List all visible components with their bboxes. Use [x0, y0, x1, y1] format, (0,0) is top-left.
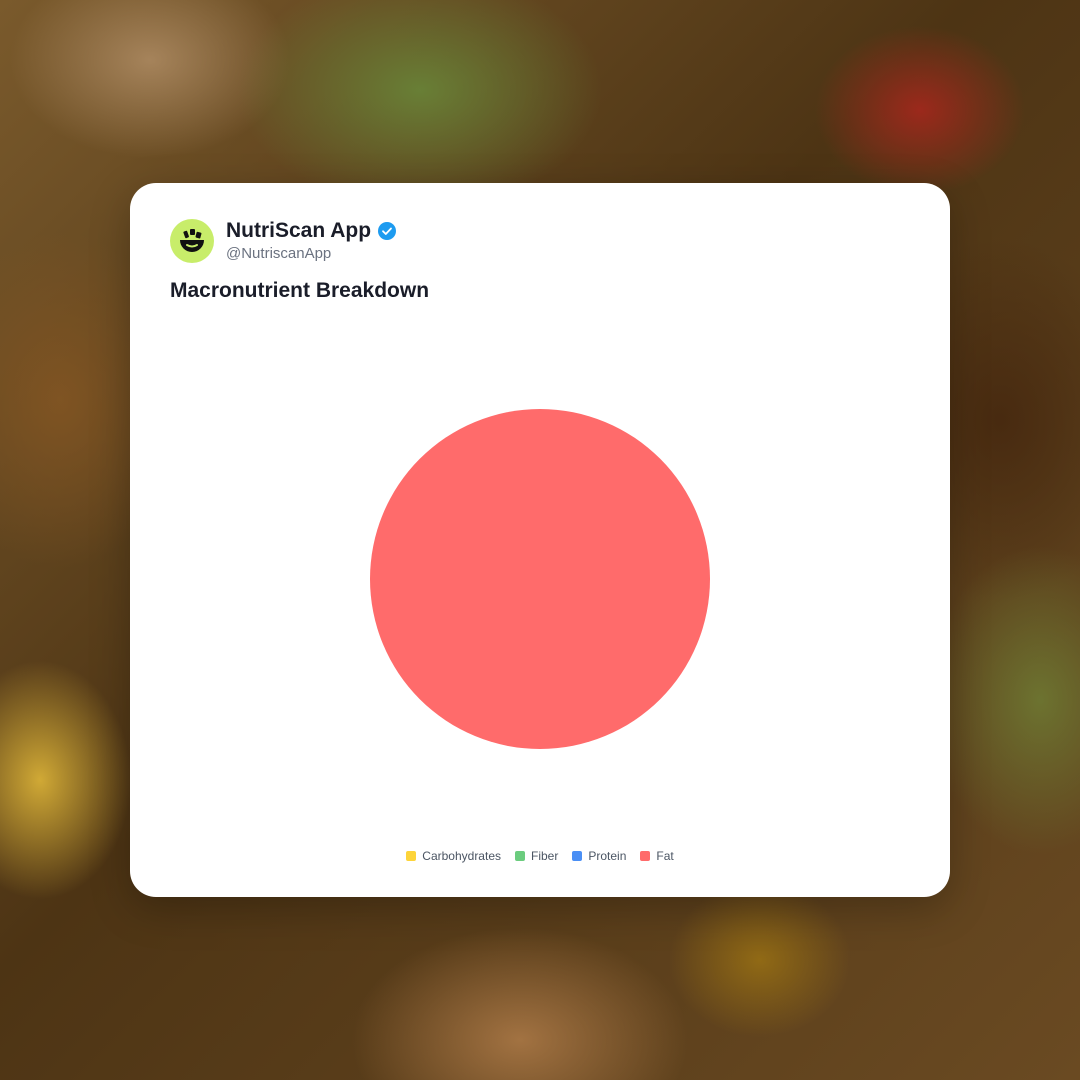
legend-swatch — [515, 851, 525, 861]
chart-legend: Carbohydrates Fiber Protein Fat — [130, 849, 950, 863]
legend-label: Protein — [588, 849, 627, 863]
legend-swatch — [640, 851, 651, 861]
legend-item-carbohydrates[interactable]: Carbohydrates — [406, 849, 501, 863]
legend-swatch — [406, 851, 417, 861]
legend-label: Fat — [656, 849, 674, 863]
pie-chart — [370, 409, 710, 749]
post-card: NutriScan App @NutriscanApp Macronutrien… — [130, 183, 950, 897]
legend-swatch — [572, 851, 583, 861]
legend-label: Fiber — [531, 849, 559, 863]
legend-item-fat[interactable]: Fat — [640, 849, 674, 863]
legend-item-protein[interactable]: Protein — [572, 849, 626, 863]
legend-label: Carbohydrates — [422, 849, 501, 863]
pie-slice-fat[interactable] — [370, 409, 710, 749]
legend-item-fiber[interactable]: Fiber — [515, 849, 558, 863]
